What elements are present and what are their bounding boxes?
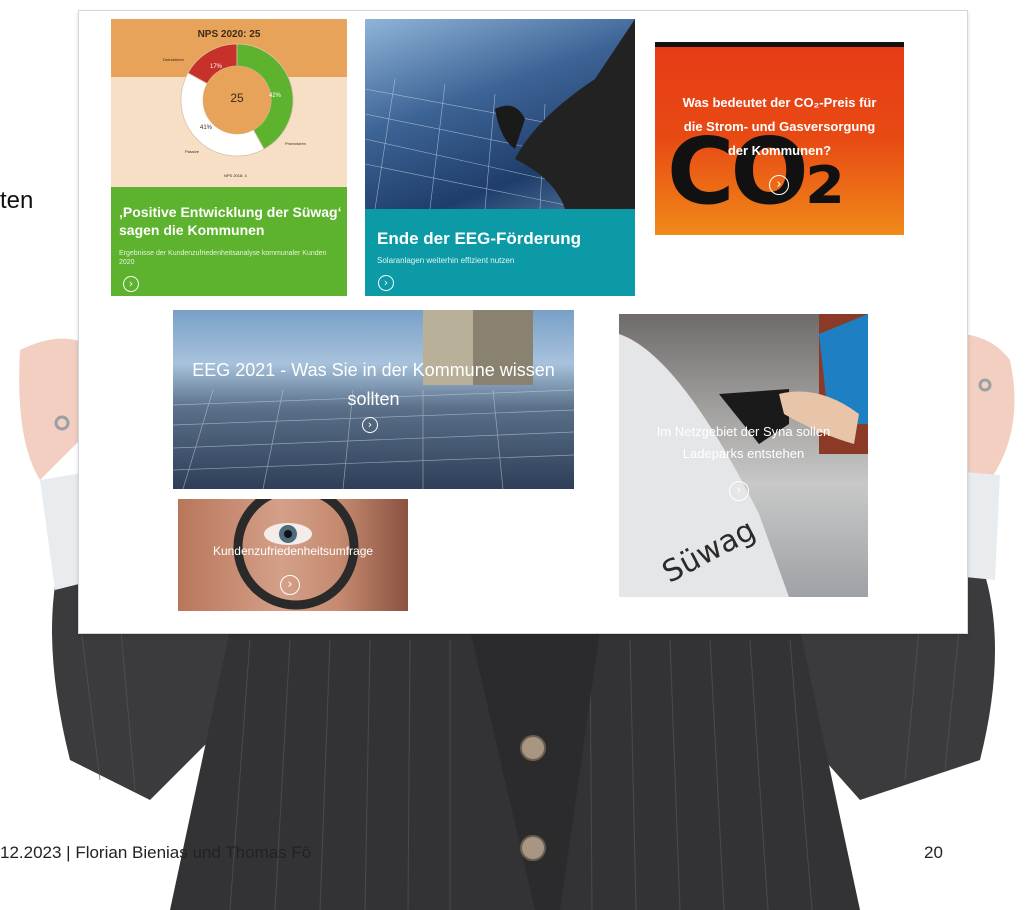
co2-top-bar xyxy=(655,42,904,47)
syna-more-button[interactable]: › xyxy=(729,481,749,501)
co2-title-line3: der Kommunen? xyxy=(727,143,832,158)
syna-title-line1: Im Netzgebiet der Syna sollen xyxy=(656,424,831,439)
co2-more-button[interactable]: › xyxy=(769,175,789,195)
eeg-end-subtitle: Solaranlagen weiterhin effizient nutzen xyxy=(377,256,515,265)
nps-2018: NPS 2018: 4 xyxy=(224,173,247,178)
nps-subtitle: Ergebnisse der Kundenzufriedenheitsanaly… xyxy=(119,250,327,266)
nps-more-button[interactable]: › xyxy=(123,276,139,292)
nps-title: ‚Positive Entwicklung der Süwag‘ sagen d… xyxy=(119,204,342,238)
co2-big-text: CO₂ xyxy=(667,118,845,225)
co2-title-line1: Was bedeutet der CO₂-Preis für xyxy=(682,95,877,110)
eeg2021-title-line1: EEG 2021 - Was Sie in der Kommune wissen xyxy=(192,360,555,380)
nps-chart-area: NPS 2020: 25 25 Detraktoren 17% 42% 41% … xyxy=(111,19,347,187)
survey-title: Kundenzufriedenheitsumfrage xyxy=(212,544,374,558)
survey-more-button[interactable]: › xyxy=(280,575,300,595)
tile-survey[interactable]: Kundenzufriedenheitsumfrage › xyxy=(178,499,408,611)
solar-photo xyxy=(365,19,635,210)
tile-syna[interactable]: Süwag Im Netzgebiet der Syna sollen Lade… xyxy=(619,314,868,597)
tile-eeg-end[interactable]: Ende der EEG-Förderung Solaranlagen weit… xyxy=(365,19,635,296)
nps-label-passive: Passive xyxy=(185,149,200,154)
eeg-end-text-area: Ende der EEG-Förderung Solaranlagen weit… xyxy=(365,209,635,296)
tile-eeg2021[interactable]: EEG 2021 - Was Sie in der Kommune wissen… xyxy=(173,310,574,489)
nps-label-detraktoren: Detraktoren xyxy=(163,57,184,62)
stray-text: ten xyxy=(0,187,34,214)
syna-title-line2: Ladeparks entstehen xyxy=(682,446,805,461)
eeg2021-title-line2: sollten xyxy=(347,389,400,409)
co2-title-line2: die Strom- und Gasversorgung xyxy=(683,119,876,134)
tile-co2[interactable]: CO₂ Was bedeutet der CO₂-Preis für die S… xyxy=(655,42,904,235)
nps-text-area: ‚Positive Entwicklung der Süwag‘ sagen d… xyxy=(111,187,347,296)
slide-footer: 12.2023 | Florian Bienias und Thomas Fö xyxy=(0,843,312,862)
nps-pct-promotoren: 42% xyxy=(269,93,282,99)
page-number: 20 xyxy=(924,843,943,862)
tile-nps[interactable]: NPS 2020: 25 25 Detraktoren 17% 42% 41% … xyxy=(111,19,347,296)
nps-center-value: 25 xyxy=(230,91,244,105)
eeg-end-more-button[interactable]: › xyxy=(378,275,394,291)
eeg2021-more-button[interactable]: › xyxy=(362,417,378,433)
nps-label-promotoren: Promotoren xyxy=(285,141,306,146)
nps-pct-passive: 41% xyxy=(200,125,213,131)
eeg-end-title: Ende der EEG-Förderung xyxy=(377,229,582,248)
nps-pct-detraktoren: 17% xyxy=(210,64,223,70)
